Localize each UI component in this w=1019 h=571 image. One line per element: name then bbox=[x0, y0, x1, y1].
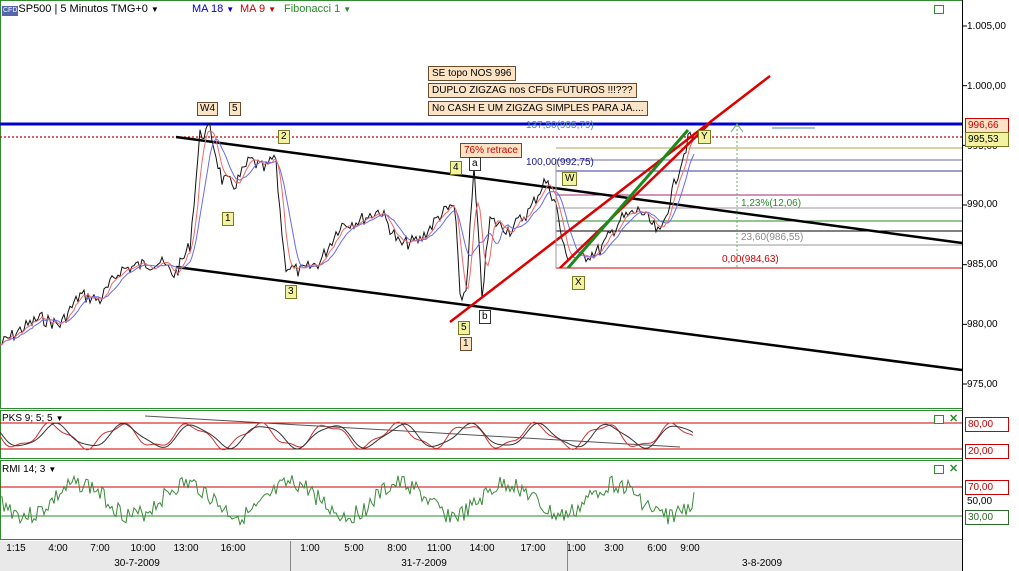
time-tick-label: 7:00 bbox=[90, 543, 110, 554]
maximize-icon[interactable] bbox=[934, 465, 944, 474]
cfd-badge: CFD bbox=[2, 6, 19, 16]
wave-label-5: 5 bbox=[229, 102, 241, 116]
green-trendline bbox=[566, 129, 690, 269]
day-separator bbox=[290, 541, 291, 571]
current-price-badge: 996,66 bbox=[965, 118, 1009, 133]
pks-level-20: 20,00 bbox=[965, 444, 1009, 459]
fibonacci-label: Fibonacci 1 bbox=[284, 3, 341, 15]
close-icon[interactable]: ✕ bbox=[949, 464, 958, 475]
wave-label-5b: 5 bbox=[458, 321, 470, 335]
time-tick-label: 4:00 bbox=[48, 543, 68, 554]
time-tick-label: 14:00 bbox=[469, 543, 495, 554]
pks-panel-border bbox=[0, 410, 963, 459]
time-tick-label: 6:00 bbox=[647, 543, 667, 554]
wave-label-2: 2 bbox=[278, 130, 290, 144]
rmi-level-70: 70,00 bbox=[965, 480, 1009, 495]
dropdown-icon[interactable]: ▼ bbox=[151, 5, 159, 14]
time-tick-label: 11:00 bbox=[426, 543, 452, 554]
fib-236: 23,60(986,55) bbox=[741, 232, 804, 243]
ma18-indicator[interactable]: MA 18 ▼ bbox=[192, 2, 234, 17]
price-tick: 980,00 bbox=[967, 319, 998, 330]
main-panel-border bbox=[0, 0, 963, 409]
rmi-level-30: 30,00 bbox=[965, 510, 1009, 525]
instrument-label: SP500 | 5 Minutos TMG+0 bbox=[18, 3, 148, 15]
ma9-label: MA 9 bbox=[240, 3, 266, 15]
time-tick-label: 10:00 bbox=[130, 543, 156, 554]
ma18-label: MA 18 bbox=[192, 3, 224, 15]
dropdown-icon[interactable]: ▼ bbox=[226, 5, 234, 14]
rmi-level-50: 50,00 bbox=[967, 496, 993, 507]
wave-label-y: Y bbox=[698, 130, 711, 144]
dropdown-icon[interactable]: ▼ bbox=[343, 5, 351, 14]
pks-label[interactable]: PKS 9; 5; 5 ▼ bbox=[2, 413, 64, 424]
dropdown-icon[interactable]: ▼ bbox=[48, 465, 56, 474]
rmi-name: RMI 14; 3 bbox=[2, 464, 46, 475]
wave-label-b: b bbox=[479, 310, 491, 324]
pks-slow-line bbox=[0, 422, 694, 450]
instrument-title[interactable]: CFDSP500 | 5 Minutos TMG+0 ▼ bbox=[2, 2, 159, 17]
close-icon[interactable]: ✕ bbox=[949, 414, 958, 425]
dropdown-icon[interactable]: ▼ bbox=[268, 5, 276, 14]
price-tick: 985,00 bbox=[967, 259, 998, 270]
day-separator bbox=[567, 541, 568, 571]
time-tick-label: 1:00 bbox=[300, 543, 320, 554]
time-tick-label: 16:00 bbox=[220, 543, 246, 554]
pks-divergence-line bbox=[144, 415, 681, 448]
red-trendline-2 bbox=[559, 124, 709, 269]
maximize-icon[interactable] bbox=[934, 415, 944, 424]
fibonacci-indicator[interactable]: Fibonacci 1 ▼ bbox=[284, 2, 351, 17]
price-tick: 990,00 bbox=[967, 199, 998, 210]
date-label: 30-7-2009 bbox=[114, 558, 160, 569]
wave-label-a: a bbox=[469, 157, 481, 171]
time-tick-label: 3:00 bbox=[604, 543, 624, 554]
fib-137: 137,50(995,79) bbox=[526, 120, 594, 131]
wave-label-w4: W4 bbox=[197, 102, 218, 116]
wave-label-3: 3 bbox=[285, 285, 297, 299]
time-tick-label: 13:00 bbox=[173, 543, 199, 554]
rmi-label[interactable]: RMI 14; 3 ▼ bbox=[2, 464, 56, 475]
time-tick-label: 9:00 bbox=[680, 543, 700, 554]
rmi-panel-border bbox=[0, 460, 963, 540]
wave-label-4: 4 bbox=[450, 161, 462, 175]
fib-123: 1,23%(12,06) bbox=[741, 198, 802, 209]
time-tick-label: 17:00 bbox=[520, 543, 546, 554]
wave-label-1: 1 bbox=[222, 212, 234, 226]
maximize-icon[interactable] bbox=[934, 5, 944, 14]
time-tick-label: 1:15 bbox=[6, 543, 26, 554]
pks-fast-line bbox=[0, 421, 694, 451]
note-topo: SE topo NOS 996 bbox=[428, 66, 516, 81]
time-tick-label: 8:00 bbox=[387, 543, 407, 554]
fib-100: 100,00(992,75) bbox=[526, 157, 594, 168]
wave-label-1b: 1 bbox=[460, 337, 472, 351]
pks-level-80: 80,00 bbox=[965, 417, 1009, 432]
dropdown-icon[interactable]: ▼ bbox=[56, 414, 64, 423]
price-tick: 975,00 bbox=[967, 379, 998, 390]
price-tick: 1.000,00 bbox=[967, 81, 1006, 92]
time-tick-label: 1:00 bbox=[566, 543, 586, 554]
wave-label-w: W bbox=[562, 172, 578, 186]
pks-name: PKS 9; 5; 5 bbox=[2, 413, 53, 424]
fib-0: 0,00(984,63) bbox=[722, 254, 779, 265]
date-label: 31-7-2009 bbox=[401, 558, 447, 569]
time-tick-label: 5:00 bbox=[344, 543, 364, 554]
note-retrace: 76% retrace bbox=[460, 143, 522, 158]
wave-label-x: X bbox=[572, 276, 585, 290]
channel-lower-line bbox=[175, 265, 963, 372]
date-label: 3-8-2009 bbox=[741, 558, 783, 569]
chart-window: CFDSP500 | 5 Minutos TMG+0 ▼ MA 18 ▼ MA 9 ▼… bbox=[0, 0, 1019, 571]
rmi-series-line bbox=[0, 474, 695, 527]
note-duplo-zigzag: DUPLO ZIGZAG nos CFDs FUTUROS !!!??? bbox=[428, 83, 637, 98]
note-cash-zigzag: No CASH E UM ZIGZAG SIMPLES PARA JA.... bbox=[428, 101, 648, 116]
price-tick: 1.005,00 bbox=[967, 21, 1006, 32]
last-price-badge: 995,53 bbox=[965, 132, 1009, 147]
ma9-indicator[interactable]: MA 9 ▼ bbox=[240, 2, 276, 17]
